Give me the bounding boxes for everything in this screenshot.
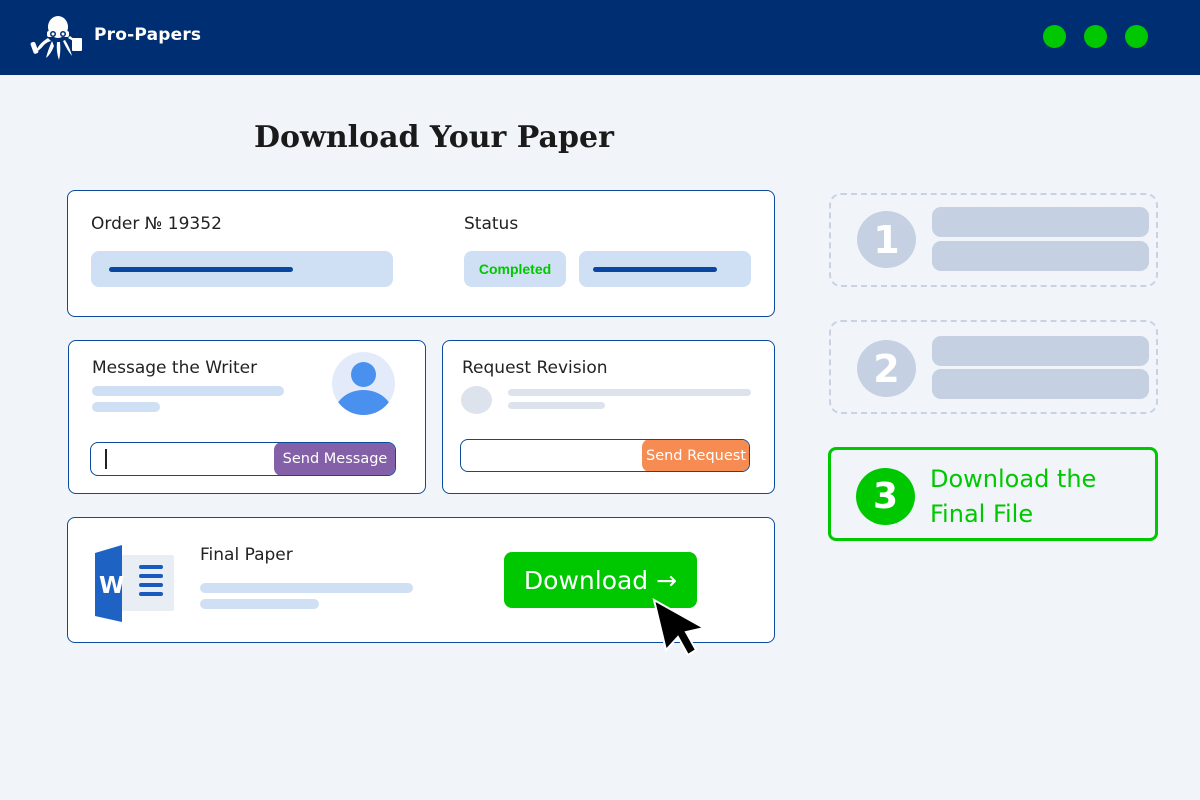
mouse-pointer-icon [652, 598, 707, 657]
window-dot-1 [1043, 25, 1066, 48]
user-avatar-icon [332, 352, 395, 415]
placeholder-bar [932, 207, 1149, 237]
top-bar: Pro-Papers [0, 0, 1200, 75]
placeholder-line [200, 599, 319, 609]
status-badge: Completed [464, 251, 566, 287]
window-dot-2 [1084, 25, 1107, 48]
word-document-icon: W [95, 545, 174, 622]
send-message-button[interactable]: Send Message [274, 443, 395, 475]
placeholder-bar [932, 369, 1149, 399]
order-number: Order № 19352 [91, 214, 222, 234]
placeholder-line [508, 402, 605, 409]
send-request-button[interactable]: Send Request [642, 440, 749, 471]
step-2: 2 [829, 320, 1158, 414]
revision-input[interactable]: Send Request [460, 439, 750, 472]
order-card: Order № 19352 Status Completed [67, 190, 775, 317]
step-1: 1 [829, 193, 1158, 287]
placeholder-line [92, 402, 160, 412]
step-number-badge: 2 [857, 340, 916, 397]
placeholder-bar [932, 241, 1149, 271]
message-input[interactable]: Send Message [90, 442, 396, 476]
page-title: Download Your Paper [254, 120, 614, 155]
placeholder-line [109, 267, 293, 272]
octopus-mascot-icon [30, 16, 82, 60]
request-revision-card: Request Revision Send Request [442, 340, 775, 494]
step-3-label: Download the Final File [930, 465, 1097, 528]
final-paper-title: Final Paper [200, 545, 293, 565]
message-writer-card: Message the Writer Send Message [68, 340, 426, 494]
placeholder-line [92, 386, 284, 396]
step-number-badge: 3 [856, 468, 915, 525]
svg-text:W: W [99, 573, 124, 599]
placeholder-line [508, 389, 751, 396]
revision-card-title: Request Revision [462, 358, 608, 378]
message-card-title: Message the Writer [92, 358, 258, 378]
step-number-badge: 1 [857, 211, 916, 268]
placeholder-bar [932, 336, 1149, 366]
brand-name: Pro-Papers [94, 25, 202, 45]
placeholder-circle [461, 386, 492, 414]
order-info-field [91, 251, 393, 287]
placeholder-line [593, 267, 717, 272]
step-3-active: 3 Download the Final File [828, 447, 1158, 541]
status-info-field [579, 251, 751, 287]
text-caret [105, 449, 107, 469]
placeholder-line [200, 583, 413, 593]
status-label: Status [464, 214, 519, 234]
window-dot-3 [1125, 25, 1148, 48]
